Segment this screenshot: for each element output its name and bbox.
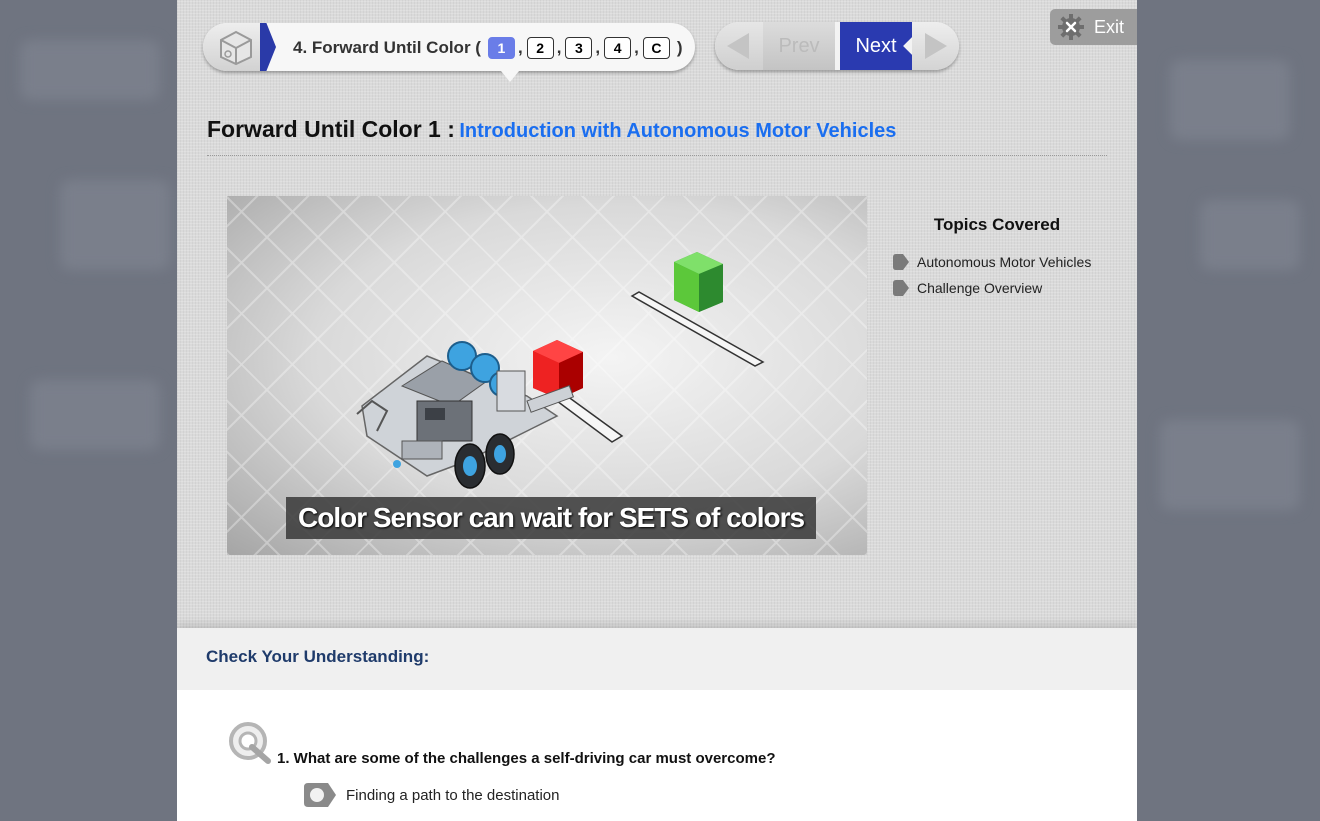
radio-toggle-icon[interactable] — [300, 781, 338, 809]
topic-bullet-icon — [893, 280, 909, 296]
title-divider — [207, 155, 1107, 156]
answer-label: Finding a path to the destination — [346, 786, 560, 804]
page-button-4[interactable]: 4 — [604, 37, 632, 59]
page-button-2[interactable]: 2 — [526, 37, 554, 59]
home-button[interactable] — [203, 23, 265, 71]
topic-label: Autonomous Motor Vehicles — [917, 254, 1092, 270]
topics-title: Topics Covered — [933, 215, 1061, 234]
next-arrow-icon[interactable] — [912, 22, 959, 70]
page-title: Forward Until Color 1 : Introduction wit… — [207, 116, 896, 143]
topic-item-challenge-overview[interactable]: Challenge Overview — [891, 278, 1042, 298]
gear-close-icon — [1058, 14, 1084, 40]
lesson-title: 4. Forward Until Color ( 1, 2, 3, 4, C ) — [293, 37, 683, 59]
exit-button[interactable]: Exit — [1050, 9, 1137, 45]
cube-icon — [220, 30, 252, 66]
prev-arrow-icon[interactable] — [715, 22, 763, 70]
question-text: 1. What are some of the challenges a sel… — [277, 750, 776, 767]
lesson-panel: 4. Forward Until Color ( 1, 2, 3, 4, C )… — [177, 0, 1137, 821]
floor-line-near — [555, 395, 624, 443]
video-player[interactable]: Color Sensor can wait for SETS of colors — [227, 196, 867, 555]
page-button-1[interactable]: 1 — [487, 37, 515, 59]
page-title-main: Forward Until Color 1 : — [207, 116, 455, 142]
video-caption: Color Sensor can wait for SETS of colors — [286, 497, 817, 539]
lesson-label: 4. Forward Until Color ( — [293, 38, 481, 57]
next-button[interactable]: Next — [840, 22, 912, 70]
lesson-breadcrumb: 4. Forward Until Color ( 1, 2, 3, 4, C ) — [203, 23, 695, 82]
green-cube — [674, 252, 723, 312]
page-button-challenge[interactable]: C — [642, 37, 670, 59]
topic-item-autonomous-vehicles[interactable]: Autonomous Motor Vehicles — [891, 252, 1091, 272]
breadcrumb-pointer — [501, 71, 519, 82]
answer-option-1[interactable]: Finding a path to the destination — [300, 781, 560, 809]
page-title-subtitle: Introduction with Autonomous Motor Vehic… — [459, 120, 897, 142]
page-button-3[interactable]: 3 — [565, 37, 593, 59]
topic-label: Challenge Overview — [917, 280, 1043, 296]
check-understanding-header: Check Your Understanding: — [177, 628, 1137, 703]
exit-label: Exit — [1094, 17, 1125, 37]
question-q-icon — [229, 722, 271, 764]
check-understanding-title: Check Your Understanding: — [206, 647, 430, 666]
quiz-area: 1. What are some of the challenges a sel… — [177, 690, 1137, 821]
prev-button[interactable]: Prev — [763, 22, 835, 70]
page-navigation: Prev Next — [715, 22, 959, 70]
topic-bullet-icon — [893, 254, 909, 270]
close-paren: ) — [676, 38, 683, 57]
breadcrumb-divider — [260, 23, 276, 71]
